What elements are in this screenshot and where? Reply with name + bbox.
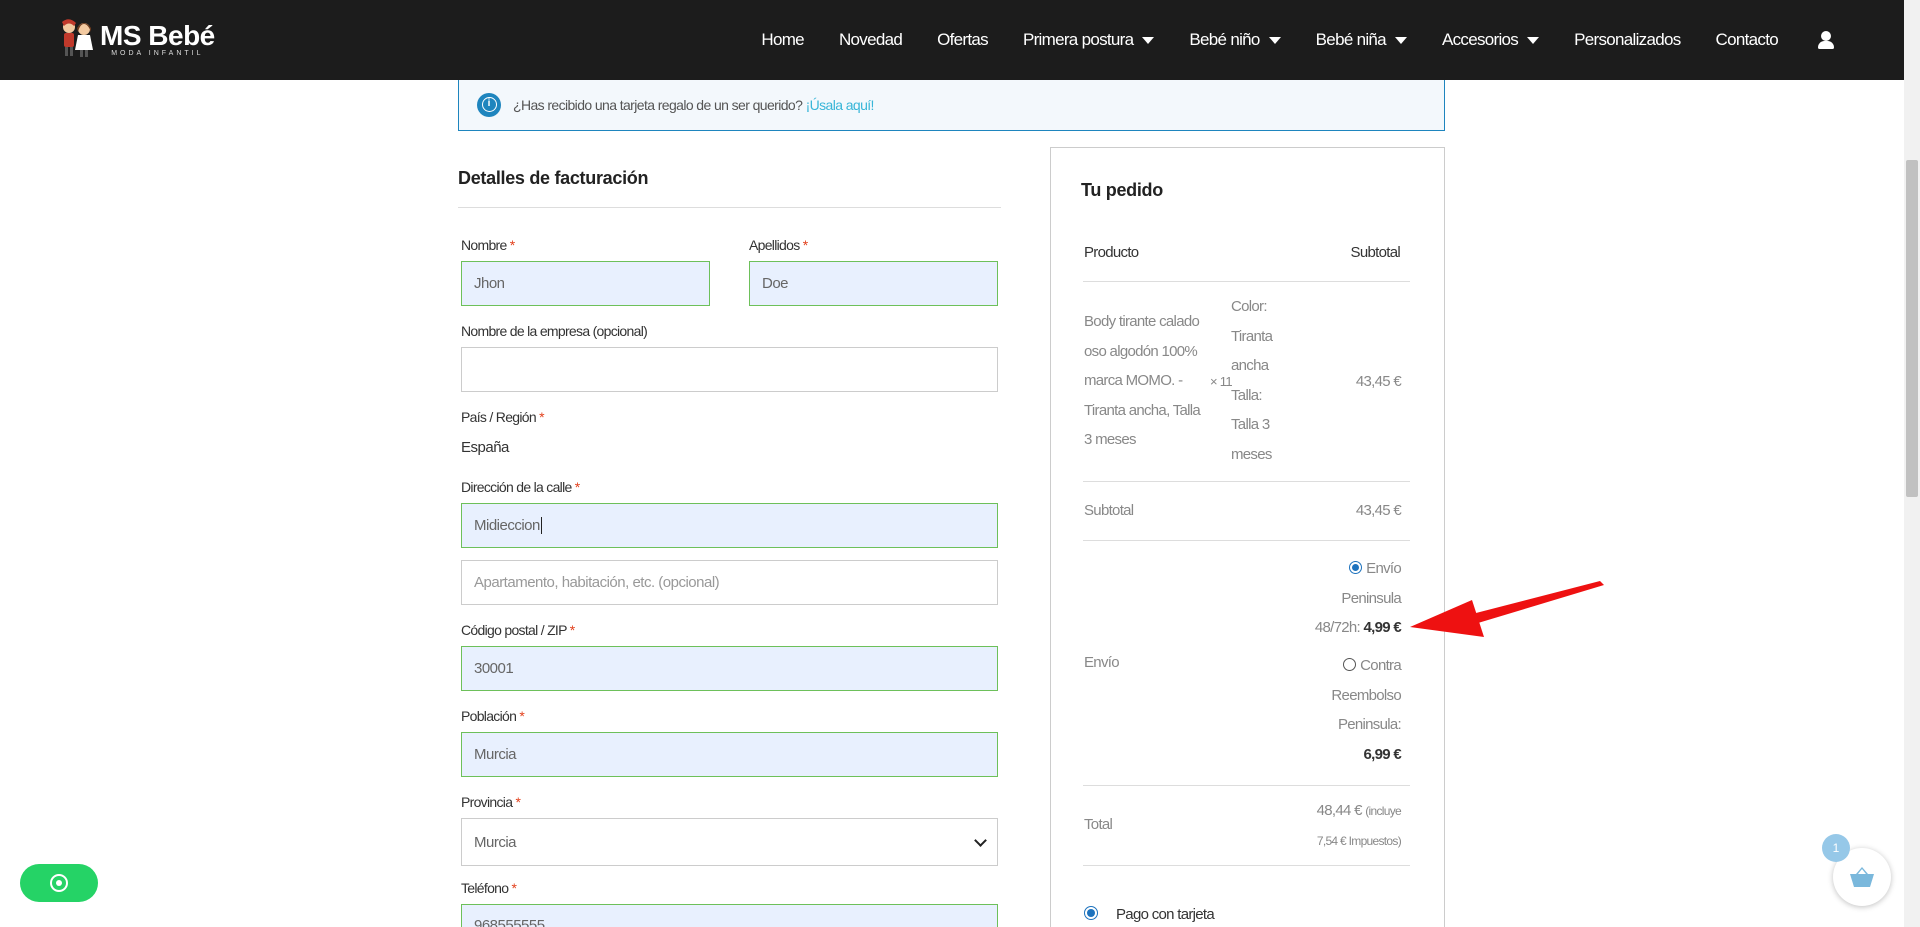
divider [458, 207, 1001, 208]
radio-unselected-icon[interactable] [1343, 658, 1357, 671]
nav-label: Ofertas [937, 30, 989, 49]
nav-label: Bebé niño [1189, 30, 1260, 49]
nav-bebe-nino[interactable]: Bebé niño [1189, 30, 1281, 50]
city-input[interactable]: Murcia [461, 732, 998, 777]
logo-tagline: MODA INFANTIL [111, 49, 204, 57]
nav-primera-postura[interactable]: Primera postura [1022, 30, 1155, 50]
radio-selected-icon[interactable] [1349, 561, 1363, 574]
province-select[interactable]: Murcia [461, 818, 998, 866]
text-cursor [540, 517, 542, 534]
gift-card-notice: i ¿Has recibido una tarjeta regalo de un… [458, 78, 1445, 131]
nav-novedad[interactable]: Novedad [838, 30, 903, 50]
shipping-label: Envío [1084, 654, 1120, 671]
whatsapp-icon [50, 874, 68, 892]
phone-label: Teléfono * [461, 880, 517, 896]
chevron-down-icon [974, 834, 987, 847]
apartment-input[interactable]: Apartamento, habitación, etc. (opcional) [461, 560, 998, 605]
nav-ofertas[interactable]: Ofertas [937, 30, 989, 50]
company-label: Nombre de la empresa (opcional) [461, 323, 648, 339]
item-quantity: × 11 [1210, 374, 1233, 389]
col-subtotal-header: Subtotal [1350, 244, 1401, 261]
first-name-label: Nombre * [461, 237, 515, 253]
nav-home[interactable]: Home [761, 30, 804, 50]
cart-count-badge: 1 [1822, 834, 1850, 862]
street-value: Midieccion [474, 517, 540, 534]
basket-icon [1850, 867, 1874, 887]
city-label: Población * [461, 708, 525, 724]
divider [1083, 281, 1410, 282]
phone-value: 968555555 [474, 917, 545, 927]
item-meta: Color: Tiranta ancha Talla: Talla 3 mese… [1231, 298, 1273, 463]
annotation-arrow-icon [1410, 581, 1604, 637]
gift-card-question: ¿Has recibido una tarjeta regalo de un s… [513, 96, 803, 113]
last-name-label: Apellidos * [749, 237, 808, 253]
caret-down-icon [1394, 36, 1407, 44]
nav-label: Personalizados [1574, 30, 1681, 49]
subtotal-label: Subtotal [1084, 502, 1134, 519]
total-label: Total [1084, 816, 1113, 833]
main-nav: Home Novedad Ofertas Primera postura Beb… [726, 0, 1834, 80]
subtotal-value: 43,45 € [1355, 502, 1402, 519]
logo-name: MS Bebé [100, 19, 215, 51]
shipping-price-1: 4,99 € [1363, 619, 1401, 637]
use-gift-card-link[interactable]: ¡Úsala aquí! [806, 97, 875, 113]
payment-method-label[interactable]: Pago con tarjeta [1116, 900, 1215, 927]
nav-label: Primera postura [1022, 30, 1134, 49]
divider [1083, 481, 1410, 482]
first-name-input[interactable]: Jhon [461, 261, 710, 306]
site-header: MS Bebé MODA INFANTIL Home Novedad Ofert… [0, 0, 1904, 80]
first-name-value: Jhon [474, 275, 505, 292]
company-input[interactable] [461, 347, 998, 392]
gift-card-text: ¿Has recibido una tarjeta regalo de un s… [513, 97, 874, 113]
province-label: Provincia * [461, 794, 521, 810]
nav-bebe-nina[interactable]: Bebé niña [1316, 30, 1407, 50]
phone-input[interactable]: 968555555 [461, 904, 998, 927]
last-name-input[interactable]: Doe [749, 261, 998, 306]
scrollbar-thumb[interactable] [1906, 160, 1918, 497]
apartment-placeholder: Apartamento, habitación, etc. (opcional) [474, 574, 720, 591]
postcode-input[interactable]: 30001 [461, 646, 998, 691]
nav-accesorios[interactable]: Accesorios [1441, 30, 1540, 50]
total-value: 48,44 € (incluye 7,54 € Impuestos) [1316, 802, 1402, 848]
postcode-value: 30001 [474, 660, 514, 677]
country-value: España [461, 439, 509, 456]
user-account-icon[interactable] [1818, 31, 1834, 49]
order-title: Tu pedido [1081, 180, 1163, 200]
nav-label: Novedad [838, 30, 903, 49]
country-label: País / Región * [461, 409, 545, 425]
nav-label: Accesorios [1441, 30, 1519, 49]
billing-title: Detalles de facturación [458, 168, 649, 188]
nav-label: Home [761, 30, 804, 49]
nav-personalizados[interactable]: Personalizados [1574, 30, 1681, 50]
item-name: Body tirante calado oso algodón 100% mar… [1084, 313, 1201, 449]
nav-label: Contacto [1715, 30, 1779, 49]
caret-down-icon [1268, 36, 1281, 44]
nav-contacto[interactable]: Contacto [1715, 30, 1779, 50]
last-name-value: Doe [762, 275, 789, 292]
info-icon: i [477, 92, 501, 117]
payment-radio[interactable] [1084, 906, 1098, 920]
divider [1083, 785, 1410, 786]
col-product-header: Producto [1084, 244, 1139, 261]
street-input[interactable]: Midieccion [461, 503, 998, 548]
whatsapp-button[interactable] [20, 864, 98, 902]
nav-label: Bebé niña [1315, 30, 1387, 49]
city-value: Murcia [474, 746, 517, 763]
postcode-label: Código postal / ZIP * [461, 622, 575, 638]
divider [1083, 865, 1410, 866]
province-value: Murcia [474, 833, 517, 851]
site-logo[interactable]: MS Bebé MODA INFANTIL [58, 18, 215, 60]
shipping-price-2: 6,99 € [1363, 745, 1401, 763]
caret-down-icon [1527, 36, 1540, 44]
item-price: 43,45 € [1355, 373, 1402, 390]
shipping-option-peninsula[interactable]: Envío Peninsula 48/72h: 4,99 € [1260, 554, 1402, 643]
caret-down-icon [1142, 36, 1155, 44]
divider [1083, 540, 1410, 541]
street-label: Dirección de la calle * [461, 479, 580, 495]
shipping-option-cod[interactable]: Contra Reembolso Peninsula: 6,99 € [1260, 651, 1401, 769]
logo-kids-icon [58, 18, 94, 60]
